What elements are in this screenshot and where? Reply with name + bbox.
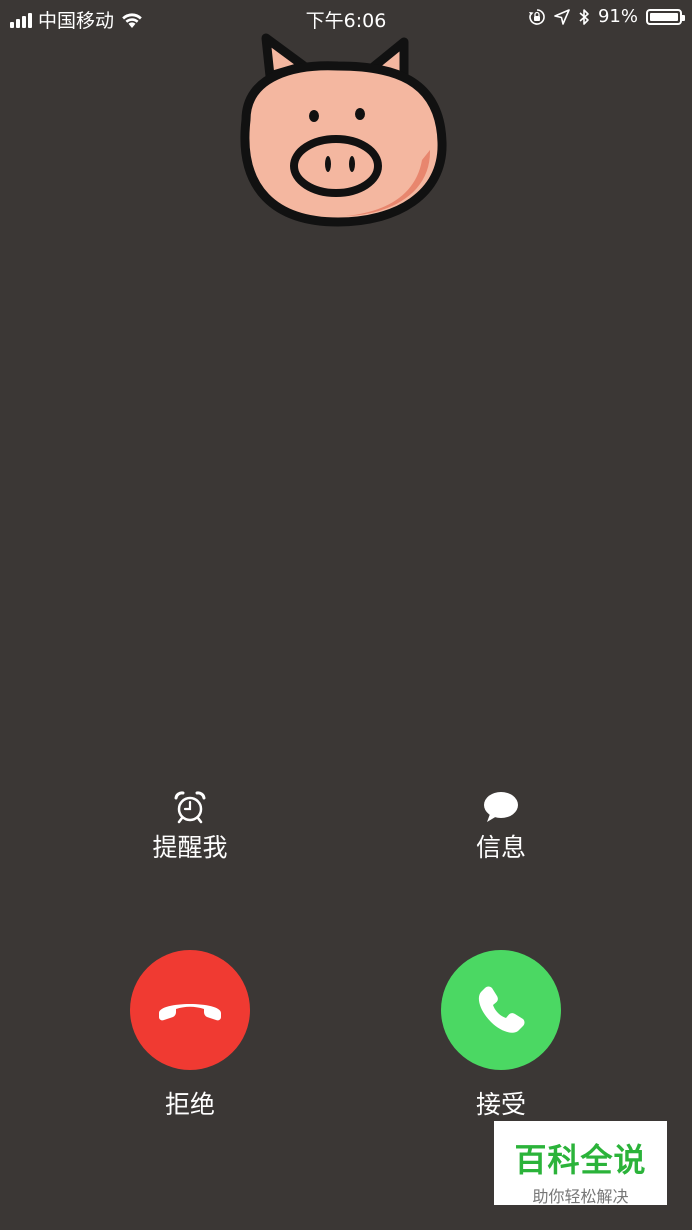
decline-call-button[interactable] xyxy=(130,950,250,1070)
pig-face-icon xyxy=(240,33,447,227)
speech-bubble-icon xyxy=(484,792,518,822)
alarm-clock-icon xyxy=(174,791,206,824)
watermark-subtitle: 助你轻松解决 xyxy=(532,1187,629,1206)
remind-me-button[interactable]: 提醒我 xyxy=(110,790,270,864)
accept-label: 接受 xyxy=(475,1090,526,1119)
watermark: 百科全说 助你轻松解决 xyxy=(494,1121,667,1206)
accept-call-button[interactable] xyxy=(441,950,561,1070)
battery-icon xyxy=(646,8,685,25)
bluetooth-icon xyxy=(579,8,589,25)
battery-percent: 91% xyxy=(597,6,638,27)
status-bar-right: 91% xyxy=(528,6,685,27)
orientation-lock-icon xyxy=(528,8,545,25)
phone-icon xyxy=(478,986,525,1033)
location-arrow-icon xyxy=(554,8,570,25)
message-button[interactable]: 信息 xyxy=(421,790,581,864)
message-label: 信息 xyxy=(475,833,526,862)
decline-label: 拒绝 xyxy=(164,1090,215,1119)
hang-up-icon xyxy=(159,1004,221,1021)
watermark-title: 百科全说 xyxy=(514,1141,647,1179)
remind-me-label: 提醒我 xyxy=(152,833,228,862)
